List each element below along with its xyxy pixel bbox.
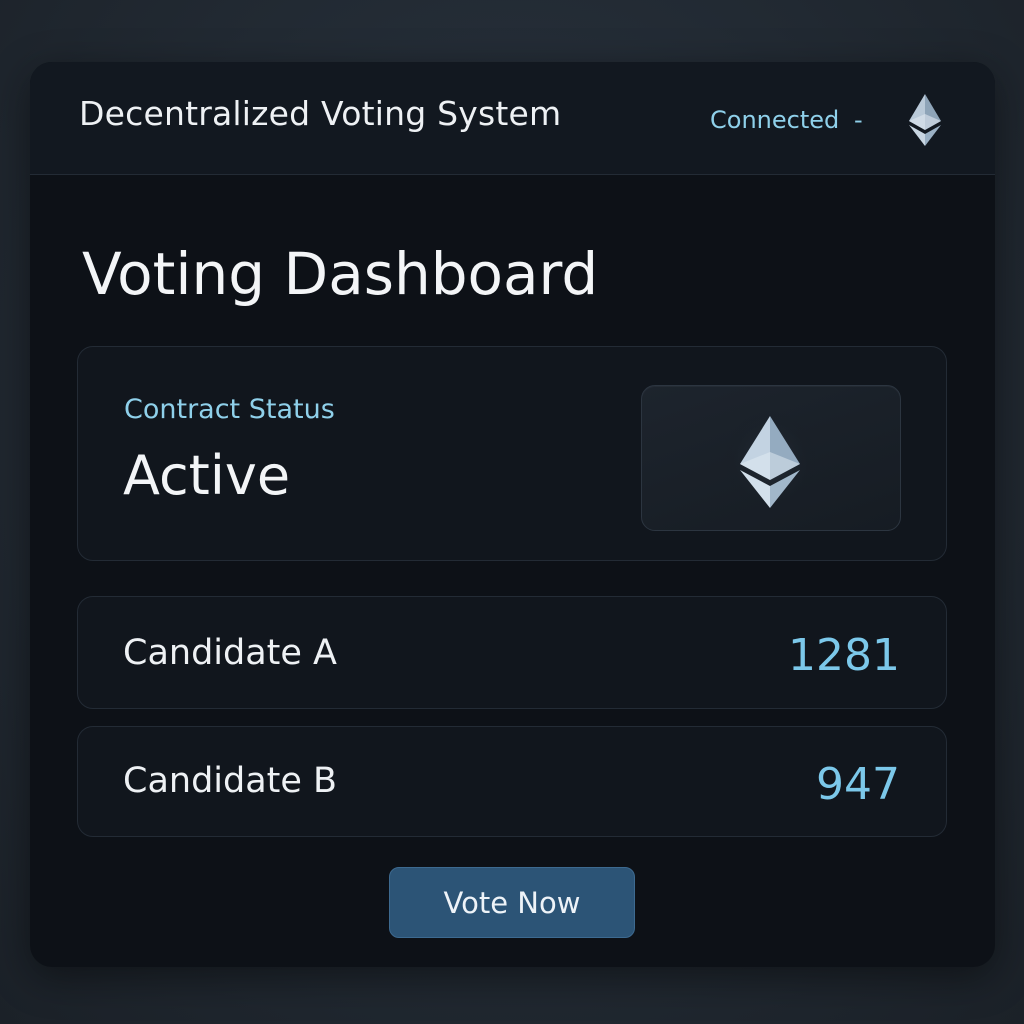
- app-header: Decentralized Voting System Connected -: [30, 62, 995, 175]
- candidate-row[interactable]: Candidate A 1281: [77, 596, 947, 709]
- connection-separator: -: [854, 106, 863, 134]
- candidate-vote-count: 947: [816, 759, 900, 810]
- candidate-name: Candidate B: [123, 761, 338, 801]
- app-title: Decentralized Voting System: [79, 94, 562, 133]
- candidate-name: Candidate A: [123, 633, 337, 673]
- connection-status: Connected: [710, 106, 840, 134]
- page-title: Voting Dashboard: [82, 240, 599, 308]
- candidate-vote-count: 1281: [788, 630, 900, 681]
- ethereum-logo-tile: [641, 385, 901, 531]
- contract-status-label: Contract Status: [124, 394, 335, 425]
- candidate-row[interactable]: Candidate B 947: [77, 726, 947, 837]
- vote-now-button[interactable]: Vote Now: [389, 867, 635, 938]
- ethereum-icon: [724, 410, 816, 510]
- ethereum-icon[interactable]: [906, 92, 944, 148]
- contract-status-card: Contract Status Active: [77, 346, 947, 561]
- contract-status-value: Active: [123, 444, 291, 507]
- app-window: Decentralized Voting System Connected - …: [30, 62, 995, 967]
